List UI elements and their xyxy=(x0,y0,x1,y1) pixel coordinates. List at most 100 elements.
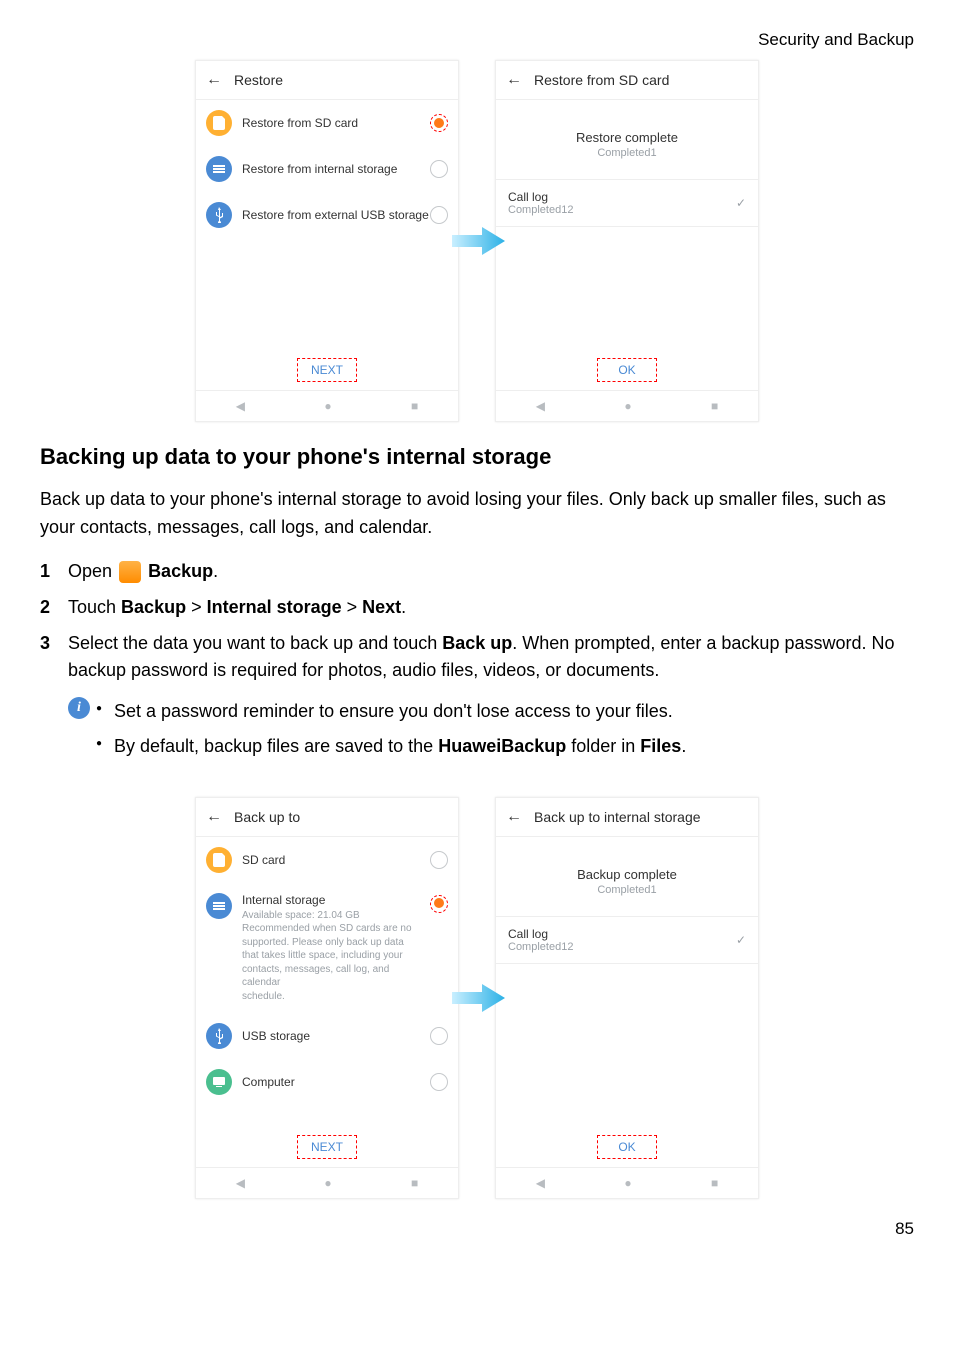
radio[interactable] xyxy=(430,851,448,869)
phone-header: ← Restore from SD card xyxy=(496,61,758,100)
phone-title: Back up to internal storage xyxy=(534,809,701,825)
phone-nav: ◀ ● ■ xyxy=(496,390,758,421)
nav-home-icon[interactable]: ● xyxy=(324,399,331,413)
phone-nav: ◀ ● ■ xyxy=(196,390,458,421)
phone-nav: ◀ ● ■ xyxy=(196,1167,458,1198)
phone-restore: ← Restore Restore from SD card Restore f… xyxy=(195,60,459,422)
log-row: Call log Completed12 ✓ xyxy=(496,916,758,964)
back-icon[interactable]: ← xyxy=(506,808,522,826)
option-computer[interactable]: Computer xyxy=(196,1059,458,1105)
nav-home-icon[interactable]: ● xyxy=(624,1176,631,1190)
next-button[interactable]: NEXT xyxy=(297,358,357,382)
nav-home-icon[interactable]: ● xyxy=(624,399,631,413)
nav-back-icon[interactable]: ◀ xyxy=(236,1176,245,1190)
arrow-icon xyxy=(447,978,507,1018)
computer-icon xyxy=(206,1069,232,1095)
info-text: . xyxy=(681,736,686,756)
check-icon: ✓ xyxy=(736,196,746,210)
ok-button[interactable]: OK xyxy=(597,358,657,382)
backup-app-icon xyxy=(119,561,141,583)
option-label: SD card xyxy=(242,853,430,867)
next-button[interactable]: NEXT xyxy=(297,1135,357,1159)
info-icon: i xyxy=(68,697,90,719)
radio-selected[interactable] xyxy=(430,895,448,913)
option-internal[interactable]: Internal storage Available space: 21.04 … xyxy=(196,883,458,1014)
radio[interactable] xyxy=(430,1073,448,1091)
step-text: > xyxy=(342,597,363,617)
log-sub: Completed12 xyxy=(508,941,736,953)
nav-recent-icon[interactable]: ■ xyxy=(711,1176,718,1190)
option-label: USB storage xyxy=(242,1029,430,1043)
step-text: . xyxy=(213,561,218,581)
sd-icon xyxy=(206,110,232,136)
arrow-icon xyxy=(447,221,507,261)
info-block: i Set a password reminder to ensure you … xyxy=(68,697,914,767)
phone-header: ← Back up to internal storage xyxy=(496,798,758,837)
nav-back-icon[interactable]: ◀ xyxy=(536,1176,545,1190)
step-bold: Next xyxy=(362,597,401,617)
status-title: Backup complete xyxy=(506,867,748,882)
internal-icon xyxy=(206,893,232,919)
info-bullet-1: Set a password reminder to ensure you do… xyxy=(96,697,686,726)
step-text: . xyxy=(401,597,406,617)
phone-backup-complete: ← Back up to internal storage Backup com… xyxy=(495,797,759,1199)
log-title: Call log xyxy=(508,190,736,204)
radio[interactable] xyxy=(430,1027,448,1045)
log-row: Call log Completed12 ✓ xyxy=(496,179,758,227)
step-bold: Internal storage xyxy=(207,597,342,617)
ok-button[interactable]: OK xyxy=(597,1135,657,1159)
phone-nav: ◀ ● ■ xyxy=(496,1167,758,1198)
step-text: > xyxy=(186,597,207,617)
back-icon[interactable]: ← xyxy=(206,71,222,89)
page-number: 85 xyxy=(40,1219,914,1239)
nav-home-icon[interactable]: ● xyxy=(324,1176,331,1190)
radio-selected[interactable] xyxy=(430,114,448,132)
radio[interactable] xyxy=(430,206,448,224)
radio[interactable] xyxy=(430,160,448,178)
section-title: Backing up data to your phone's internal… xyxy=(40,444,914,470)
info-bold: HuaweiBackup xyxy=(438,736,566,756)
nav-back-icon[interactable]: ◀ xyxy=(536,399,545,413)
info-text: folder in xyxy=(566,736,640,756)
option-sub: Available space: 21.04 GB Recommended wh… xyxy=(242,909,430,1004)
log-title: Call log xyxy=(508,927,736,941)
nav-recent-icon[interactable]: ■ xyxy=(711,399,718,413)
option-sd[interactable]: SD card xyxy=(196,837,458,883)
log-sub: Completed12 xyxy=(508,204,736,216)
status-sub: Completed1 xyxy=(506,884,748,896)
page-header: Security and Backup xyxy=(40,30,914,50)
screenshots-top: ← Restore Restore from SD card Restore f… xyxy=(40,60,914,422)
nav-back-icon[interactable]: ◀ xyxy=(236,399,245,413)
internal-icon xyxy=(206,156,232,182)
step-text: Select the data you want to back up and … xyxy=(68,633,442,653)
option-label: Restore from external USB storage xyxy=(242,208,430,222)
nav-recent-icon[interactable]: ■ xyxy=(411,399,418,413)
option-restore-usb[interactable]: Restore from external USB storage xyxy=(196,192,458,238)
info-text: By default, backup files are saved to th… xyxy=(114,736,438,756)
phone-title: Restore xyxy=(234,72,283,88)
step-bold: Backup xyxy=(121,597,186,617)
option-restore-internal[interactable]: Restore from internal storage xyxy=(196,146,458,192)
step-text: Touch xyxy=(68,597,121,617)
nav-recent-icon[interactable]: ■ xyxy=(411,1176,418,1190)
steps-list: 1 Open Backup. 2 Touch Backup > Internal… xyxy=(40,558,914,686)
sd-icon xyxy=(206,847,232,873)
option-label: Restore from internal storage xyxy=(242,162,430,176)
usb-icon xyxy=(206,202,232,228)
step-1: 1 Open Backup. xyxy=(40,558,914,586)
usb-icon xyxy=(206,1023,232,1049)
info-bullet-2: By default, backup files are saved to th… xyxy=(96,732,686,761)
step-bold: Backup xyxy=(148,561,213,581)
back-icon[interactable]: ← xyxy=(206,808,222,826)
option-restore-sd[interactable]: Restore from SD card xyxy=(196,100,458,146)
phone-title: Restore from SD card xyxy=(534,72,669,88)
option-label: Restore from SD card xyxy=(242,116,430,130)
option-label: Computer xyxy=(242,1075,430,1089)
screenshots-bottom: ← Back up to SD card Internal storage Av… xyxy=(40,797,914,1199)
step-2: 2 Touch Backup > Internal storage > Next… xyxy=(40,594,914,622)
step-3: 3 Select the data you want to back up an… xyxy=(40,630,914,686)
back-icon[interactable]: ← xyxy=(506,71,522,89)
option-usb[interactable]: USB storage xyxy=(196,1013,458,1059)
info-bold: Files xyxy=(640,736,681,756)
phone-header: ← Back up to xyxy=(196,798,458,837)
